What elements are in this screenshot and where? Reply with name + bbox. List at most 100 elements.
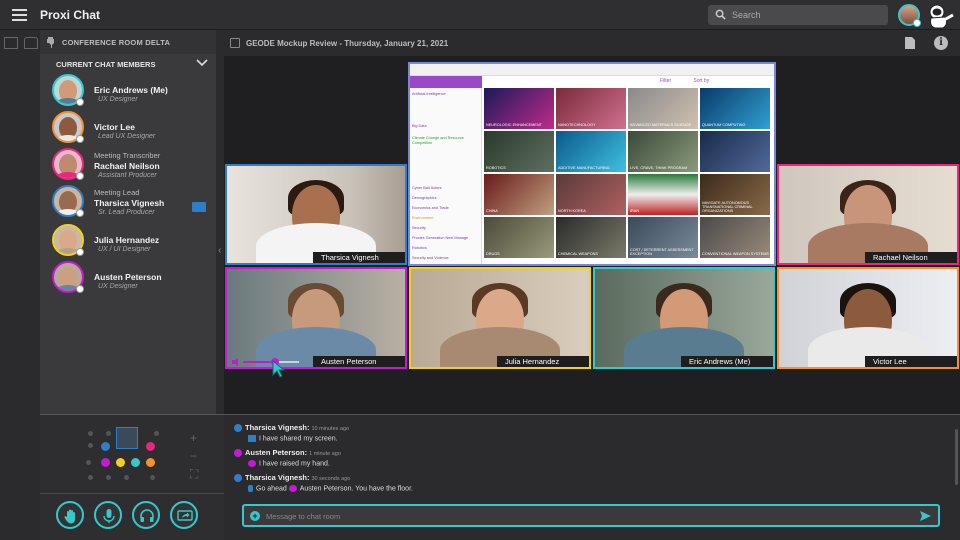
video-tile[interactable]: Austen Peterson (225, 267, 407, 369)
topic-tile: Iran (628, 174, 698, 215)
video-tile[interactable]: Victor Lee (777, 267, 959, 369)
participant-name: Tharsica Vignesh (313, 252, 405, 263)
topic-tile: Live, Crave, Think Program (628, 131, 698, 172)
seat-dot-yellow[interactable] (116, 458, 125, 467)
category: Big Data (412, 124, 427, 128)
menu-icon[interactable] (12, 9, 27, 21)
top-bar: Proxi Chat (0, 0, 960, 30)
volume-slider[interactable] (231, 357, 301, 367)
hand-icon (64, 509, 75, 524)
zoom-in-icon[interactable]: + (190, 429, 198, 447)
member-item[interactable]: Meeting Transcriber Rachael Neilson Assi… (52, 148, 212, 182)
video-tile[interactable]: Tharsica Vignesh (225, 164, 407, 265)
video-tile[interactable]: Eric Andrews (Me) (593, 267, 775, 369)
status-dot (76, 209, 84, 217)
category: Security and Violence (412, 256, 449, 260)
status-dot (76, 135, 84, 143)
seat-dot-orange[interactable] (146, 458, 155, 467)
raise-hand-button[interactable] (56, 501, 84, 529)
topic-tile: Conventional Weapon Systems (700, 217, 770, 258)
chat-message: Tharsica Vignesh: 10 minutes ago (234, 423, 349, 433)
member-name: Eric Andrews (Me) (94, 85, 168, 95)
user-avatar[interactable] (898, 4, 921, 27)
topic-tile: China (484, 174, 554, 215)
room-header: CONFERENCE ROOM DELTA (40, 30, 216, 54)
video-stage: GEODE Mockup Review - Thursday, January … (218, 30, 960, 414)
search-input[interactable] (732, 7, 882, 23)
seat-dot (150, 475, 155, 480)
add-icon[interactable]: + (250, 511, 260, 521)
send-icon[interactable] (919, 510, 932, 522)
category: Demographics (412, 196, 437, 200)
seat-dot (86, 460, 91, 465)
category: Proxies Generation Next Manage (412, 236, 469, 240)
category: Climate Change and Resource Competition (412, 136, 464, 145)
chat-message: Tharsica Vignesh: 30 seconds ago (234, 473, 350, 483)
member-item[interactable]: Julia Hernandez UX / UI Designer (52, 224, 212, 258)
seat-dot-blue[interactable] (101, 442, 110, 451)
headphones-button[interactable] (132, 501, 160, 529)
category: Cyber Bad Actors (412, 186, 442, 190)
microphone-button[interactable] (94, 501, 122, 529)
member-title: UX Designer (98, 96, 138, 103)
status-dot (76, 248, 84, 256)
seat-dot (88, 431, 93, 436)
presenter-seat[interactable] (116, 427, 138, 449)
grid-icon[interactable] (4, 37, 18, 49)
fullscreen-icon[interactable]: ⛶ (190, 465, 198, 483)
chat-scrollbar[interactable] (955, 429, 958, 485)
topic-tile: Additive Manufacturing (556, 131, 626, 172)
shared-screen[interactable]: Filter Sort by Artificial Intelligence B… (408, 62, 776, 266)
seat-dot (106, 475, 111, 480)
avatar (288, 485, 297, 492)
member-title: UX Designer (98, 283, 138, 290)
chat-input[interactable] (266, 509, 906, 523)
headphones-icon (140, 509, 154, 522)
participant-name: Eric Andrews (Me) (681, 356, 773, 367)
cursor-icon (272, 360, 286, 378)
chat-message-text: I have shared my screen. (248, 435, 338, 442)
member-name: Victor Lee (94, 122, 135, 132)
chat-input-box[interactable]: + (242, 504, 940, 527)
topic-tile: Nanotechnology (556, 88, 626, 129)
member-role: Meeting Lead (94, 188, 140, 197)
seat-dot-pink[interactable] (146, 442, 155, 451)
member-name: Tharsica Vignesh (94, 198, 165, 208)
chevron-down-icon[interactable] (196, 58, 208, 68)
topic-tile: Cost / Deterrent Assessment Exception (628, 217, 698, 258)
member-item[interactable]: Victor Lee Lead UX Designer (52, 111, 212, 145)
member-item[interactable]: Eric Andrews (Me) UX Designer (52, 74, 212, 108)
zoom-out-icon[interactable]: − (190, 447, 198, 465)
topic-tile: Chemical Weapons (556, 217, 626, 258)
member-title: Sr. Lead Producer (98, 209, 155, 216)
seat-dot (154, 431, 159, 436)
video-tile[interactable]: Rachael Neilson (777, 164, 959, 265)
seat-dot-purple[interactable] (101, 458, 110, 467)
avatar (234, 474, 242, 483)
astronaut-logo-icon (929, 4, 954, 29)
seat-dot-teal[interactable] (131, 458, 140, 467)
participant-name: Julia Hernandez (497, 356, 589, 367)
info-icon[interactable]: i (934, 36, 948, 50)
screen-share-icon (248, 435, 256, 442)
chevron-left-icon[interactable]: ‹ (218, 245, 221, 256)
share-screen-button[interactable] (170, 501, 198, 529)
seat-dot (88, 475, 93, 480)
category: Environment (412, 216, 434, 220)
room-name: CONFERENCE ROOM DELTA (62, 38, 171, 47)
participant-name: Austen Peterson (313, 356, 405, 367)
participant-name: Rachael Neilson (865, 252, 957, 263)
member-item[interactable]: Austen Peterson UX Designer (52, 261, 212, 295)
avatar (234, 424, 242, 433)
room-icon[interactable] (24, 37, 38, 49)
meeting-header: GEODE Mockup Review - Thursday, January … (224, 30, 960, 56)
member-item[interactable]: Meeting Lead Tharsica Vignesh Sr. Lead P… (52, 185, 212, 219)
video-tile[interactable]: Julia Hernandez (409, 267, 591, 369)
search-box[interactable] (708, 5, 888, 25)
member-title: UX / UI Designer (98, 246, 151, 253)
document-icon[interactable] (904, 36, 916, 50)
topic-tile: Drugs (484, 217, 554, 258)
member-title: Assistant Producer (98, 172, 157, 179)
topic-tile: Robotics (484, 131, 554, 172)
room-pin-icon (47, 37, 54, 48)
